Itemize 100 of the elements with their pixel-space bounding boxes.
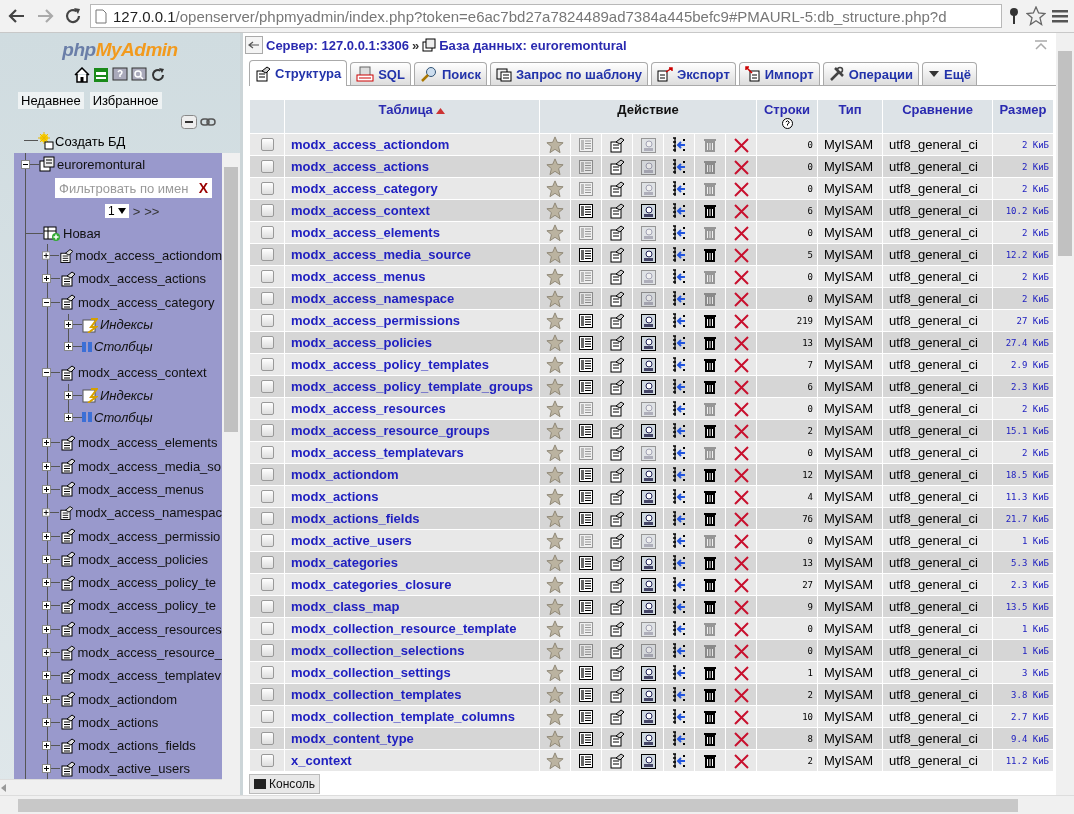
drop-icon[interactable] [733,489,749,505]
sidebar-table-item[interactable]: modx_active_users [78,761,190,777]
drop-icon[interactable] [733,621,749,637]
expand-icon[interactable] [42,741,51,751]
drop-icon[interactable] [733,467,749,483]
table-name-link[interactable]: modx_access_policy_template_groups [284,375,540,398]
insert-icon[interactable] [671,202,687,219]
table-name-link[interactable]: modx_categories_closure [284,573,540,596]
browse-icon[interactable] [579,336,593,351]
structure-icon[interactable] [609,312,625,329]
drop-icon[interactable] [733,159,749,175]
expand-icon[interactable] [42,484,51,494]
drop-icon[interactable] [733,401,749,417]
table-name-link[interactable]: modx_content_type [284,727,540,750]
insert-icon[interactable] [671,642,687,659]
row-checkbox[interactable] [260,754,274,767]
table-column-header[interactable]: Таблица [378,102,433,117]
insert-icon[interactable] [671,686,687,703]
drop-icon[interactable] [733,731,749,747]
expand-icon[interactable] [42,764,51,774]
search-icon[interactable] [640,247,656,263]
search-icon[interactable] [640,489,656,505]
trash-icon[interactable] [703,488,717,505]
star-icon[interactable] [546,531,564,550]
browse-icon[interactable] [579,710,593,725]
row-checkbox[interactable] [260,556,274,569]
insert-icon[interactable] [671,400,687,417]
browse-icon[interactable] [579,468,593,483]
table-name-link[interactable]: modx_access_actiondom [284,133,540,156]
row-checkbox[interactable] [260,204,274,217]
table-name-link[interactable]: modx_access_policies [284,331,540,354]
sidebar-table-item[interactable]: modx_access_policies [78,551,209,567]
drop-icon[interactable] [733,511,749,527]
structure-icon[interactable] [609,598,625,615]
row-checkbox[interactable] [260,578,274,591]
insert-icon[interactable] [671,598,687,615]
sidebar-table-item[interactable]: modx_access_elements [78,435,218,451]
drop-icon[interactable] [733,335,749,351]
address-bar[interactable]: 127.0.0.1/openserver/phpmyadmin/index.php?token=e6ac7bd27a7824489ad7384a445befc9#PMAURL-5:db_structure.php?d [90,4,1002,28]
structure-icon[interactable] [609,356,625,373]
star-icon[interactable] [546,619,564,638]
sidebar-table-item[interactable]: modx_access_policy_te [78,575,217,591]
search-icon[interactable] [640,709,656,725]
collation-column-header[interactable]: Сравнение [882,99,993,134]
structure-icon[interactable] [609,554,625,571]
drop-icon[interactable] [733,599,749,615]
create-database-link[interactable]: Создать БД [55,133,126,149]
structure-icon[interactable] [609,620,625,637]
structure-icon[interactable] [609,686,625,703]
search-icon[interactable] [640,687,656,703]
expand-icon[interactable] [64,342,73,352]
table-name-link[interactable]: modx_actiondom [284,463,540,486]
star-icon[interactable] [546,465,564,484]
table-name-link[interactable]: modx_access_namespace [284,287,540,310]
table-name-link[interactable]: modx_access_context [284,199,540,222]
row-checkbox[interactable] [260,314,274,327]
structure-icon[interactable] [609,642,625,659]
drop-icon[interactable] [733,181,749,197]
drop-icon[interactable] [733,203,749,219]
table-name-link[interactable]: modx_collection_selections [284,639,540,662]
insert-icon[interactable] [671,312,687,329]
structure-icon[interactable] [609,224,625,241]
next-page-link[interactable]: > [132,203,141,219]
insert-icon[interactable] [671,488,687,505]
structure-icon[interactable] [609,158,625,175]
sidebar-node-item[interactable]: Индексы [100,317,153,333]
trash-icon[interactable] [703,422,717,439]
trash-icon[interactable] [703,312,717,329]
expand-icon[interactable] [42,648,51,657]
insert-icon[interactable] [671,444,687,461]
row-checkbox[interactable] [260,336,274,349]
star-icon[interactable] [546,245,564,264]
sidebar-node-item[interactable]: Столбцы [94,339,153,355]
star-icon[interactable] [546,751,564,770]
insert-icon[interactable] [671,422,687,439]
browse-icon[interactable] [579,754,593,769]
expand-icon[interactable] [42,508,51,518]
search-icon[interactable] [640,335,656,351]
search-icon[interactable] [640,555,656,571]
browse-icon[interactable] [579,490,593,505]
search-icon[interactable] [640,313,656,329]
row-checkbox[interactable] [260,270,274,283]
row-checkbox[interactable] [260,402,274,415]
page-select[interactable]: 1 [105,204,129,218]
sidebar-node-item[interactable]: Индексы [100,387,153,403]
browse-icon[interactable] [579,380,593,395]
insert-icon[interactable] [671,532,687,549]
star-icon[interactable] [546,443,564,462]
server-link[interactable]: Сервер: 127.0.0.1:3306 [266,37,409,53]
star-icon[interactable] [546,289,564,308]
table-name-link[interactable]: modx_collection_resource_template [284,617,540,640]
tab[interactable]: Экспорт [651,62,736,85]
star-icon[interactable] [546,553,564,572]
row-checkbox[interactable] [260,446,274,459]
browse-icon[interactable] [579,512,593,527]
scrollbar-thumb[interactable] [224,167,238,432]
type-column-header[interactable]: Тип [817,99,883,134]
table-name-link[interactable]: modx_access_permissions [284,309,540,332]
trash-icon[interactable] [703,554,717,571]
trash-icon[interactable] [703,334,717,351]
